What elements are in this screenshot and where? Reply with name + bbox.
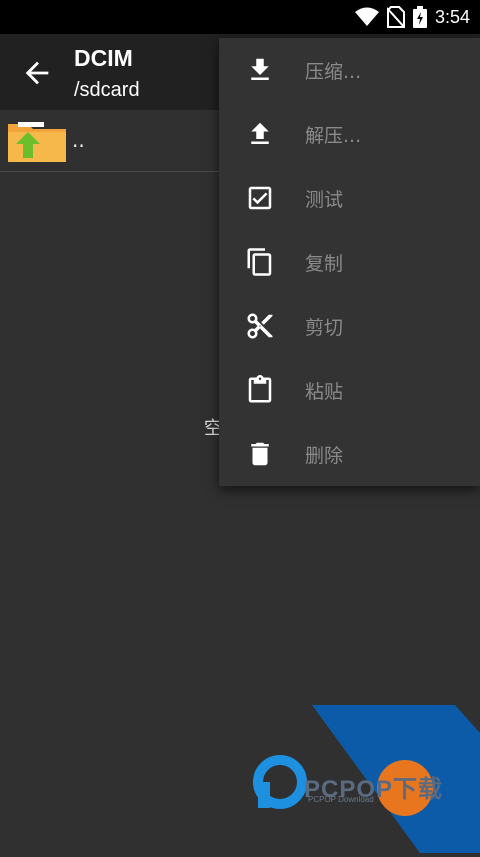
upload-icon — [251, 122, 269, 144]
menu-item-delete[interactable]: 删除 — [219, 422, 480, 486]
menu-item-paste[interactable]: 粘贴 — [219, 358, 480, 422]
menu-item-cut[interactable]: 剪切 — [219, 294, 480, 358]
checkbox-icon — [248, 186, 272, 210]
scissors-icon — [247, 313, 273, 339]
status-time: 3:54 — [434, 6, 470, 27]
menu-item-label: 解压... — [305, 125, 362, 147]
watermark: PCPOP下载 PCPOP Download — [0, 700, 480, 853]
parent-directory-label: .. — [72, 128, 85, 152]
arrow-back-icon — [25, 61, 49, 85]
copy-icon — [247, 248, 272, 276]
battery-charging-icon — [412, 6, 427, 28]
watermark-subtext: PCPOP Download — [308, 795, 374, 804]
status-bar: 3:54 — [0, 0, 480, 34]
status-icons: 3:54 — [354, 6, 470, 28]
menu-item-compress[interactable]: 压缩... — [219, 38, 480, 102]
page-title: DCIM — [74, 45, 133, 71]
menu-item-label: 剪切 — [305, 317, 344, 339]
menu-item-test[interactable]: 测试 — [219, 166, 480, 230]
menu-item-extract[interactable]: 解压... — [219, 102, 480, 166]
menu-item-label: 压缩... — [305, 61, 362, 83]
menu-item-label: 删除 — [305, 445, 344, 467]
menu-item-label: 复制 — [305, 253, 344, 275]
menu-item-label: 粘贴 — [305, 381, 344, 403]
menu-item-label: 测试 — [305, 189, 344, 211]
clipboard-icon — [248, 375, 272, 403]
no-sim-icon — [386, 6, 405, 28]
folder-up-icon — [8, 122, 66, 162]
wifi-icon — [354, 7, 379, 26]
menu-item-copy[interactable]: 复制 — [219, 230, 480, 294]
current-path: /sdcard — [74, 79, 140, 101]
download-icon — [251, 58, 269, 80]
trash-icon — [251, 442, 269, 466]
back-button[interactable] — [20, 56, 54, 90]
context-menu: 压缩... 解压... 测试 复制 剪切 粘贴 删除 — [219, 38, 480, 486]
